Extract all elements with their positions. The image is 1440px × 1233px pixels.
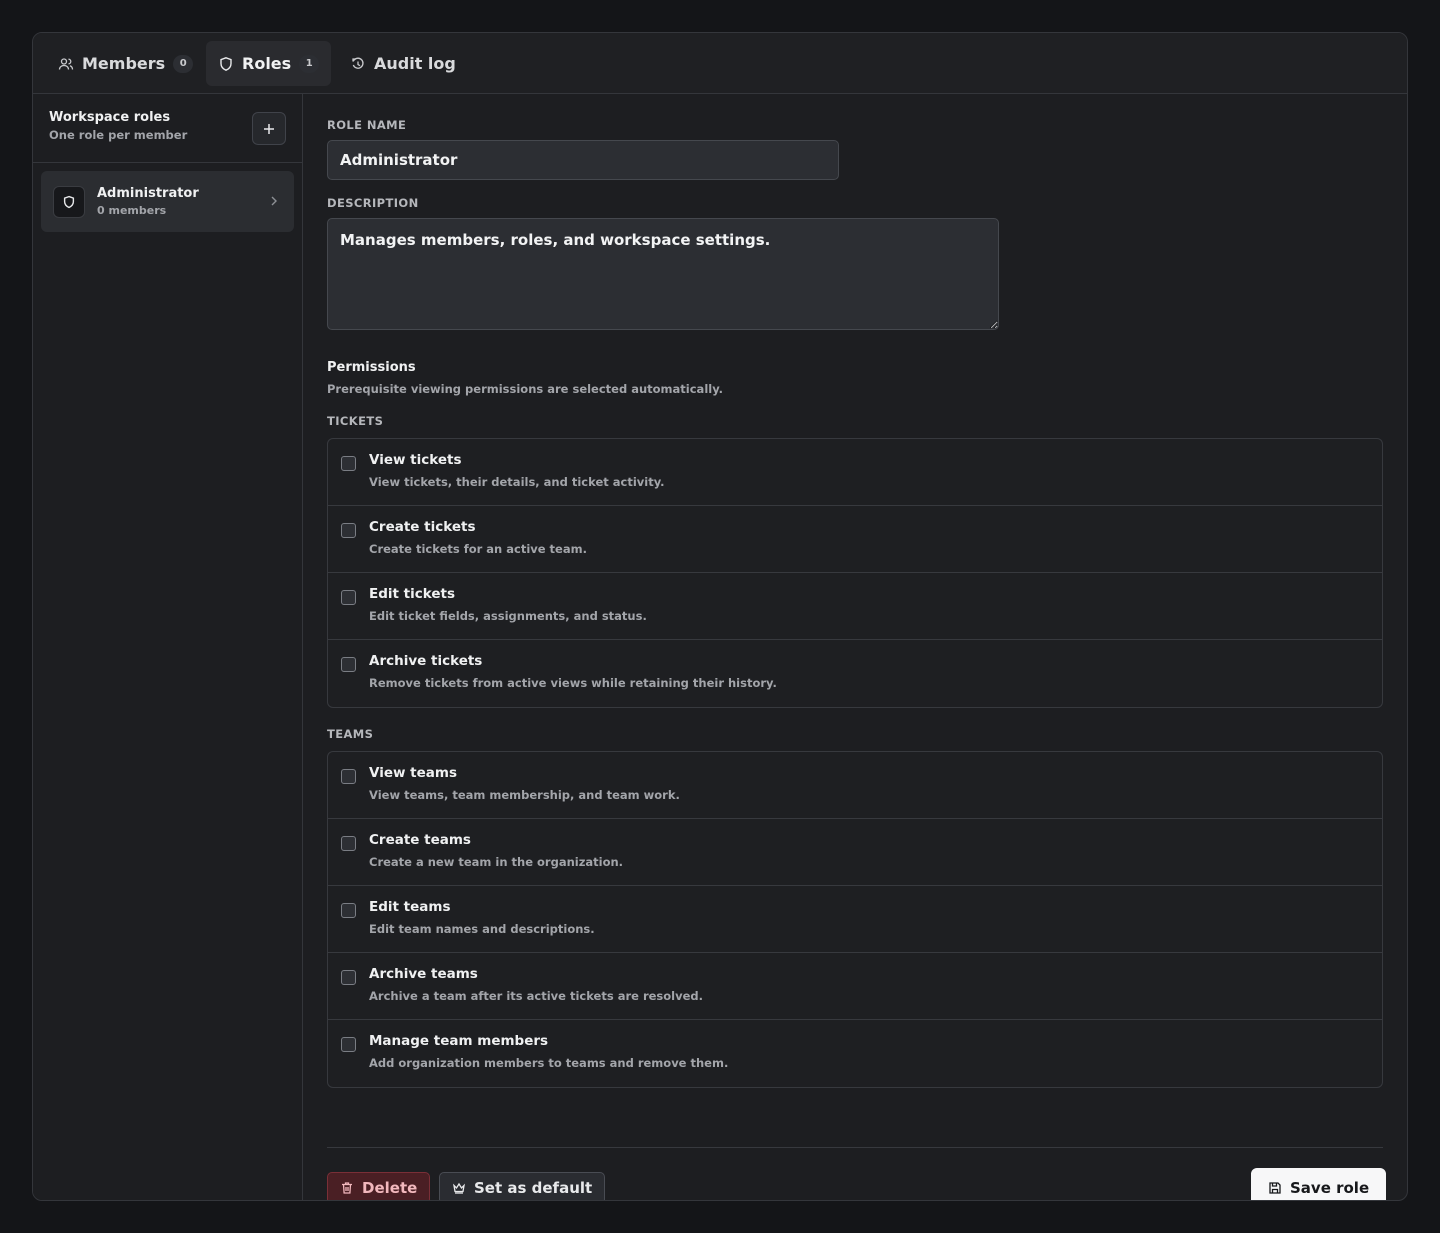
description-textarea[interactable]: Manages members, roles, and workspace se…	[327, 218, 999, 330]
permission-description: Archive a team after its active tickets …	[369, 989, 703, 1003]
permission-name: Edit tickets	[369, 586, 456, 602]
trash-icon	[340, 1181, 354, 1195]
sidebar-header: Workspace roles One role per member	[33, 94, 302, 163]
permission-group-tickets: View tickets View tickets, their details…	[327, 438, 1383, 708]
tab-members-label: Members	[82, 54, 166, 73]
permission-row: Edit teams Edit team names and descripti…	[328, 886, 1382, 953]
set-default-label: Set as default	[474, 1179, 593, 1197]
role-item-administrator[interactable]: Administrator 0 members	[41, 171, 294, 232]
permission-checkbox-create-teams[interactable]	[341, 836, 356, 851]
permissions-title: Permissions	[327, 360, 416, 375]
permission-name: Archive tickets	[369, 653, 483, 669]
permission-row: Manage team members Add organization mem…	[328, 1020, 1382, 1087]
sidebar-subtitle: One role per member	[49, 128, 188, 142]
permission-description: Edit team names and descriptions.	[369, 922, 595, 936]
users-icon	[58, 56, 74, 72]
role-member-count: 0 members	[97, 204, 167, 217]
permission-description: View tickets, their details, and ticket …	[369, 475, 665, 489]
permission-description: Remove tickets from active views while r…	[369, 676, 777, 690]
permission-row: Create tickets Create tickets for an act…	[328, 506, 1382, 573]
tab-audit-log[interactable]: Audit log	[338, 41, 468, 86]
permission-name: View teams	[369, 765, 457, 781]
group-label-teams: TEAMS	[327, 727, 374, 741]
tab-roles-count: 1	[299, 54, 320, 73]
delete-label: Delete	[362, 1179, 418, 1197]
permission-name: Archive teams	[369, 966, 478, 982]
role-shield-icon	[53, 185, 85, 218]
permission-row: Create teams Create a new team in the or…	[328, 819, 1382, 886]
permission-row: View teams View teams, team membership, …	[328, 752, 1382, 819]
delete-button[interactable]: Delete	[327, 1172, 431, 1200]
permission-name: Create tickets	[369, 519, 476, 535]
permission-row: Archive teams Archive a team after its a…	[328, 953, 1382, 1020]
footer-divider	[327, 1147, 1383, 1148]
permissions-subtitle: Prerequisite viewing permissions are sel…	[327, 382, 724, 396]
chevron-right-icon	[271, 196, 277, 206]
save-icon	[1268, 1181, 1282, 1195]
sidebar-title: Workspace roles	[49, 110, 171, 125]
permission-description: Edit ticket fields, assignments, and sta…	[369, 609, 647, 623]
group-label-tickets: TICKETS	[327, 414, 384, 428]
permission-checkbox-archive-tickets[interactable]	[341, 657, 356, 672]
clock-icon	[350, 56, 366, 72]
permission-checkbox-archive-teams[interactable]	[341, 970, 356, 985]
shield-icon	[218, 56, 234, 72]
save-role-label: Save role	[1290, 1179, 1370, 1197]
tab-bar: Members 0 Roles 1 Audit log	[33, 33, 1407, 94]
add-role-button[interactable]	[252, 112, 286, 145]
tab-members-count: 0	[173, 54, 194, 73]
description-label: DESCRIPTION	[327, 196, 419, 210]
set-default-button[interactable]: Set as default	[439, 1172, 606, 1200]
plus-icon	[264, 123, 274, 134]
permission-row: Archive tickets Remove tickets from acti…	[328, 640, 1382, 707]
permission-checkbox-view-tickets[interactable]	[341, 456, 356, 471]
tab-roles-label: Roles	[242, 54, 292, 73]
permission-description: View teams, team membership, and team wo…	[369, 788, 680, 802]
permission-name: Edit teams	[369, 899, 451, 915]
permission-checkbox-edit-tickets[interactable]	[341, 590, 356, 605]
role-name-input[interactable]	[327, 140, 839, 180]
crown-icon	[452, 1181, 466, 1195]
permission-name: Create teams	[369, 832, 471, 848]
save-role-button[interactable]: Save role	[1251, 1168, 1387, 1200]
permission-description: Create tickets for an active team.	[369, 542, 587, 556]
permission-name: Manage team members	[369, 1033, 549, 1049]
role-name-label: ROLE NAME	[327, 118, 407, 132]
roles-sidebar: Workspace roles One role per member Admi…	[33, 94, 303, 1200]
role-name: Administrator	[97, 186, 199, 201]
permission-description: Add organization members to teams and re…	[369, 1056, 729, 1070]
tab-members[interactable]: Members 0	[46, 41, 205, 86]
tab-roles[interactable]: Roles 1	[206, 41, 332, 86]
permission-checkbox-view-teams[interactable]	[341, 769, 356, 784]
permission-name: View tickets	[369, 452, 462, 468]
permission-checkbox-manage-team-members[interactable]	[341, 1037, 356, 1052]
tab-audit-log-label: Audit log	[374, 54, 456, 73]
permission-checkbox-create-tickets[interactable]	[341, 523, 356, 538]
permission-description: Create a new team in the organization.	[369, 855, 624, 869]
permission-group-teams: View teams View teams, team membership, …	[327, 751, 1383, 1088]
role-editor: ROLE NAME DESCRIPTION Manages members, r…	[327, 94, 1407, 1200]
permission-row: Edit tickets Edit ticket fields, assignm…	[328, 573, 1382, 640]
roles-panel: Members 0 Roles 1 Audit log Workspace ro…	[32, 32, 1408, 1201]
permission-checkbox-edit-teams[interactable]	[341, 903, 356, 918]
permission-row: View tickets View tickets, their details…	[328, 439, 1382, 506]
